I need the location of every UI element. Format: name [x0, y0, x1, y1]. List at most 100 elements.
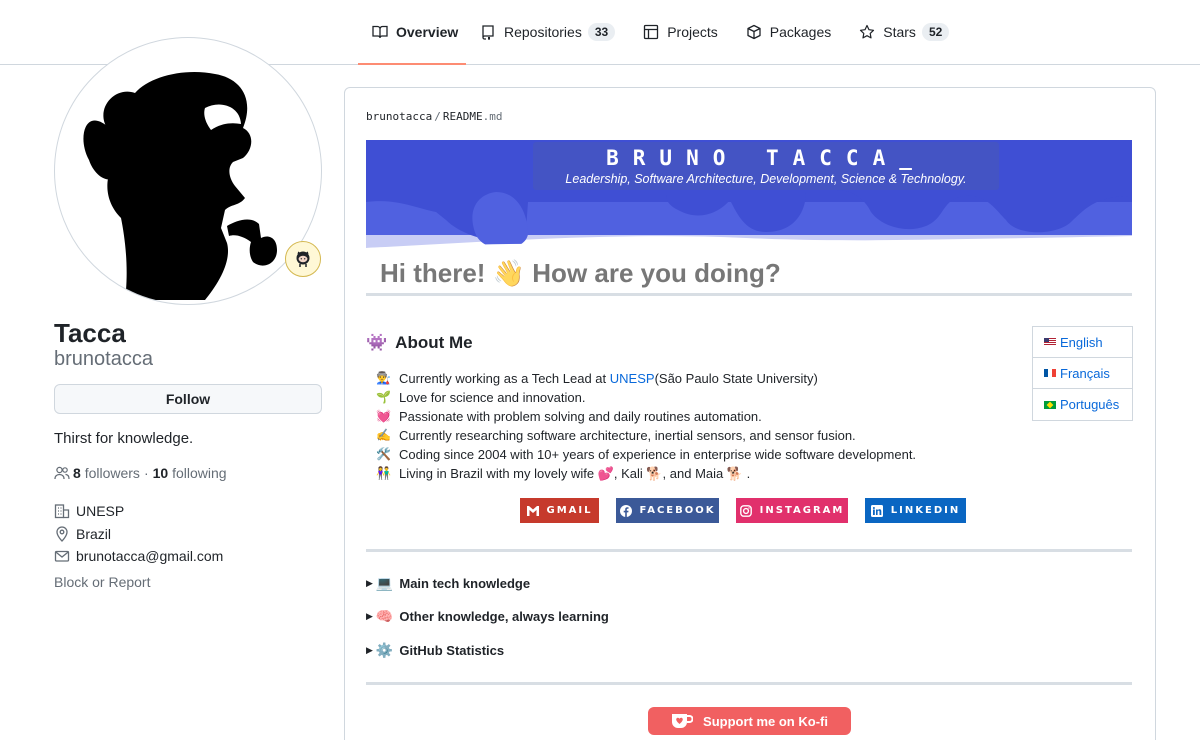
- details-other-knowledge[interactable]: ▶ 🧠 Other knowledge, always learning: [366, 608, 609, 625]
- tab-label: Projects: [667, 24, 718, 40]
- vcard-org-text: UNESP: [76, 503, 125, 519]
- followers-link[interactable]: 8 followers: [73, 465, 140, 481]
- br-flag-icon: [1044, 400, 1056, 409]
- about-list: 👨‍🏭 Currently working as a Tech Lead at …: [376, 369, 916, 483]
- kofi-button[interactable]: Support me on Ko-fi: [648, 707, 851, 735]
- about-text: Currently working as a Tech Lead at: [399, 371, 607, 386]
- repositories-count: 33: [587, 23, 616, 41]
- details-label: GitHub Statistics: [399, 643, 505, 658]
- unesp-link[interactable]: UNESP: [610, 369, 655, 388]
- facebook-badge[interactable]: FACEBOOK: [616, 498, 719, 523]
- tab-overview[interactable]: Overview: [358, 0, 466, 65]
- list-item: 🛠️ Coding since 2004 with 10+ years of e…: [376, 445, 916, 464]
- readme-path-file[interactable]: README: [443, 110, 483, 123]
- language-label: Français: [1060, 365, 1110, 381]
- banner-title-box: BRUNO TACCA_ Leadership, Software Archit…: [533, 142, 999, 190]
- vcard-email: brunotacca@gmail.com: [54, 548, 223, 564]
- about-title: About Me: [395, 333, 473, 352]
- following-link[interactable]: 10 following: [153, 465, 227, 481]
- profile-bio: Thirst for knowledge.: [54, 430, 194, 447]
- people-icon: [54, 466, 70, 480]
- vcard-organization: UNESP: [54, 503, 124, 519]
- readme-greeting: Hi there! 👋 How are you doing?: [380, 258, 781, 288]
- factory-worker-icon: 👨‍🏭: [376, 371, 391, 385]
- tab-label: Repositories: [504, 24, 582, 40]
- readme-path-separator: /: [434, 110, 441, 123]
- tools-icon: 🛠️: [376, 447, 391, 461]
- tab-label: Packages: [769, 24, 832, 40]
- badge-label: FACEBOOK: [639, 505, 716, 516]
- linkedin-icon: [870, 504, 883, 517]
- disclosure-triangle-icon: ▶: [366, 578, 373, 588]
- badge-label: LINKEDIN: [890, 505, 961, 516]
- divider: [366, 549, 1132, 552]
- readme-path-user[interactable]: brunotacca: [366, 110, 432, 123]
- tab-repositories[interactable]: Repositories 33: [466, 0, 629, 64]
- details-main-tech[interactable]: ▶ 💻 Main tech knowledge: [366, 575, 530, 592]
- details-label: Other knowledge, always learning: [399, 609, 609, 624]
- us-flag-icon: [1044, 338, 1056, 346]
- tab-packages[interactable]: Packages: [732, 0, 845, 64]
- language-link-french[interactable]: Français: [1033, 358, 1132, 389]
- repo-icon: [480, 24, 496, 40]
- disclosure-triangle-icon: ▶: [366, 611, 373, 621]
- profile-fullname: Tacca: [54, 318, 126, 348]
- seedling-icon: 🌱: [376, 390, 391, 404]
- status-emoji[interactable]: [285, 241, 321, 277]
- facebook-icon: [619, 504, 632, 517]
- list-item: 👫 Living in Brazil with my lovely wife 💕…: [376, 464, 916, 483]
- badge-label: GMAIL: [546, 505, 593, 516]
- location-icon: [56, 526, 68, 542]
- avatar[interactable]: [54, 37, 322, 305]
- banner-title: BRUNO TACCA_: [606, 146, 926, 170]
- vcard-location-text: Brazil: [76, 526, 112, 542]
- vcard-email-link[interactable]: brunotacca@gmail.com: [76, 548, 223, 564]
- tab-projects[interactable]: Projects: [629, 0, 732, 64]
- following-count: 10: [152, 465, 169, 481]
- stars-count: 52: [921, 23, 950, 41]
- block-report-link[interactable]: Block or Report: [54, 574, 150, 590]
- linkedin-badge[interactable]: LINKEDIN: [865, 498, 966, 523]
- kofi-cup-icon: [672, 714, 694, 728]
- details-github-stats[interactable]: ▶ ⚙️ GitHub Statistics: [366, 642, 504, 659]
- gear-icon: ⚙️: [375, 642, 394, 658]
- list-item: 💓 Passionate with problem solving and da…: [376, 407, 916, 426]
- brain-icon: 🧠: [375, 608, 394, 624]
- language-link-portuguese[interactable]: Português: [1033, 389, 1132, 420]
- kofi-label: Support me on Ko-fi: [703, 713, 828, 729]
- about-text: Coding since 2004 with 10+ years of expe…: [399, 447, 917, 462]
- follow-stats: 8 followers · 10 following: [54, 465, 227, 481]
- about-heading: 👾 About Me: [366, 333, 473, 353]
- heart-icon: 💓: [376, 409, 391, 423]
- about-text: (São Paulo State University): [654, 371, 818, 386]
- book-icon: [372, 24, 388, 40]
- about-text: Love for science and innovation.: [399, 390, 586, 405]
- divider: [366, 682, 1132, 685]
- fr-flag-icon: [1044, 369, 1056, 377]
- instagram-icon: [739, 504, 752, 517]
- instagram-badge[interactable]: INSTAGRAM: [736, 498, 848, 523]
- tab-stars[interactable]: Stars 52: [845, 0, 963, 64]
- profile-tabs: Overview Repositories 33 Projects Packag…: [358, 0, 963, 65]
- tab-label: Overview: [396, 23, 459, 40]
- language-label: Português: [1060, 397, 1120, 412]
- gmail-icon: [526, 505, 539, 516]
- about-text: Passionate with problem solving and dail…: [399, 409, 762, 424]
- about-text: Currently researching software architect…: [399, 428, 856, 443]
- vcard-location: Brazil: [54, 526, 111, 542]
- table-icon: [643, 24, 659, 40]
- following-label: following: [172, 465, 227, 481]
- follow-button[interactable]: Follow: [54, 384, 322, 414]
- divider: [366, 293, 1132, 296]
- disclosure-triangle-icon: ▶: [366, 645, 373, 655]
- writing-hand-icon: ✍️: [376, 428, 391, 442]
- list-item: 👨‍🏭 Currently working as a Tech Lead at …: [376, 369, 916, 388]
- package-icon: [746, 24, 762, 40]
- followers-count: 8: [73, 465, 81, 481]
- language-link-english[interactable]: English: [1033, 327, 1132, 358]
- profile-username: brunotacca: [54, 348, 153, 370]
- gmail-badge[interactable]: GMAIL: [520, 498, 599, 523]
- readme-banner: BRUNO TACCA_ Leadership, Software Archit…: [366, 140, 1132, 250]
- follow-separator: ·: [143, 465, 149, 481]
- laptop-icon: 💻: [375, 575, 394, 591]
